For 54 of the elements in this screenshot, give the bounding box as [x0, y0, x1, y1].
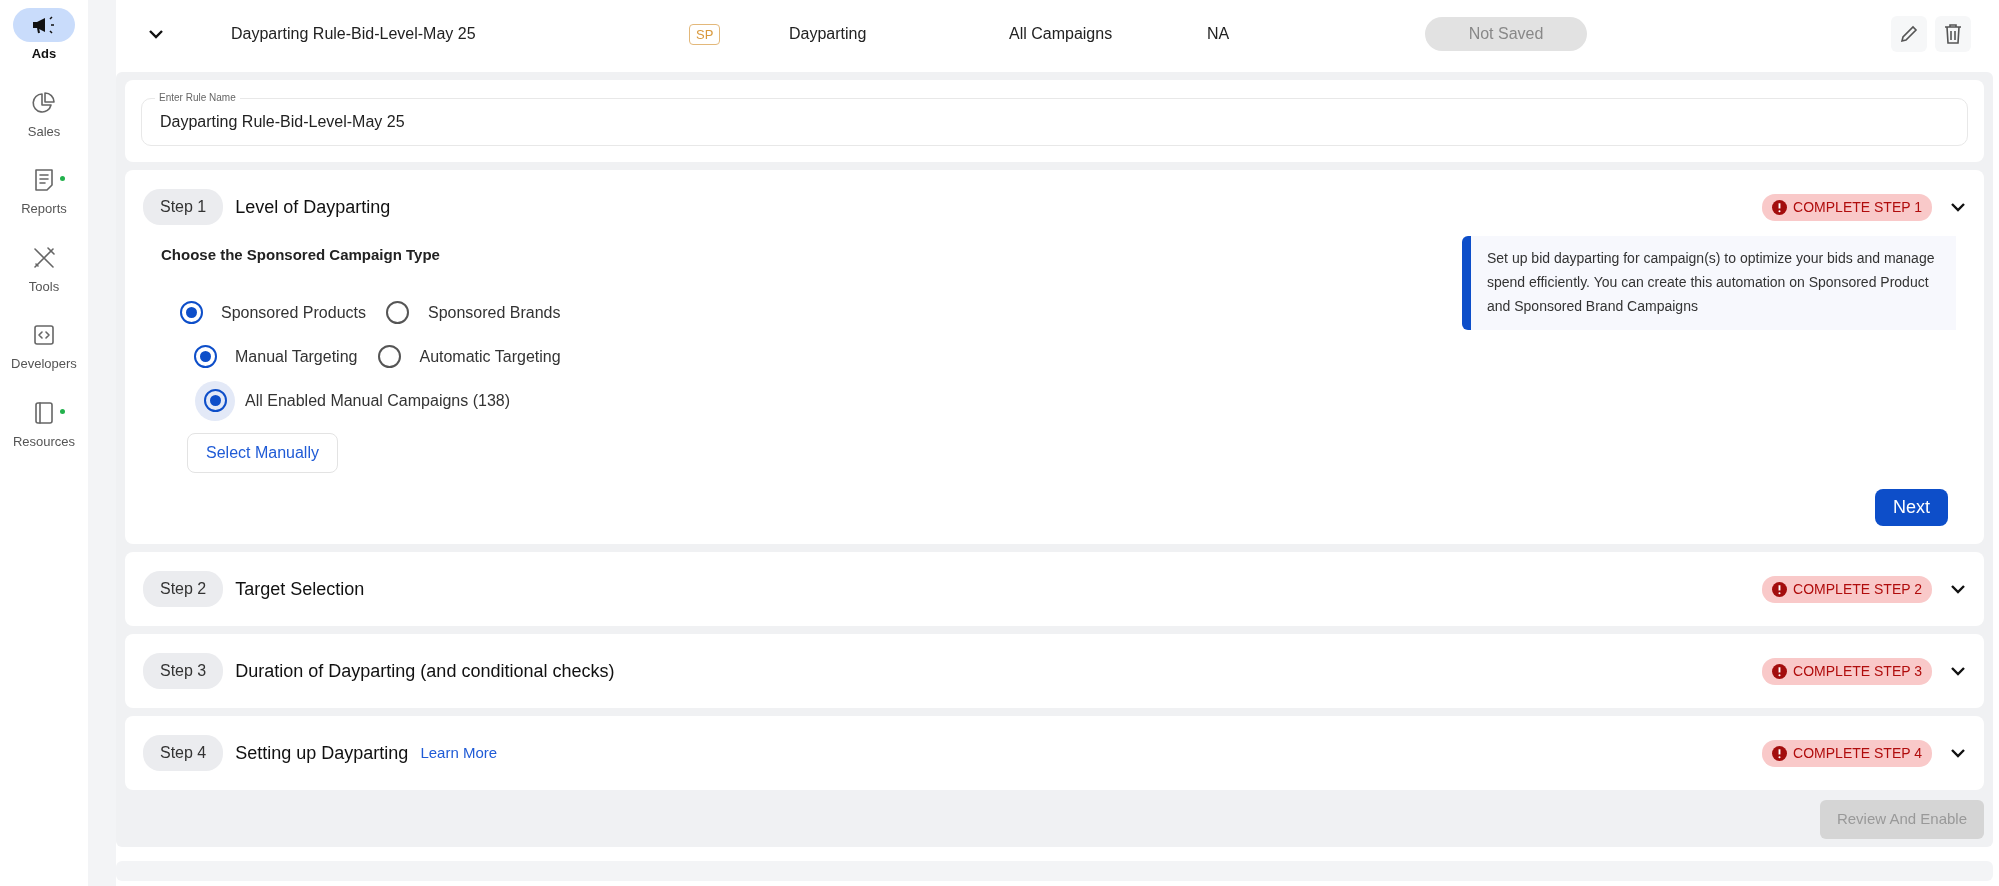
- status-pill: COMPLETE STEP 1: [1762, 193, 1932, 221]
- radio-option[interactable]: Automatic Targeting: [369, 336, 561, 377]
- book-icon: [33, 400, 55, 425]
- step-title: Target Selection: [235, 577, 365, 601]
- tools-icon: [32, 245, 56, 270]
- step-title: Duration of Dayparting (and conditional checks): [235, 659, 615, 683]
- radio-option[interactable]: Sponsored Products: [171, 292, 366, 333]
- sidebar-item[interactable]: Tools: [0, 240, 88, 296]
- status-pill: COMPLETE STEP 2: [1762, 575, 1932, 603]
- alert-icon: [1772, 581, 1788, 597]
- sidebar-item[interactable]: Developers: [0, 318, 88, 374]
- chevron-down-icon[interactable]: [1950, 748, 1966, 758]
- pencil-icon: [1898, 23, 1920, 45]
- radio-option[interactable]: Sponsored Brands: [378, 292, 561, 333]
- step-number: Step 4: [143, 735, 224, 771]
- status-pill: Not Saved: [1425, 17, 1587, 51]
- chevron-down-icon[interactable]: [1950, 202, 1966, 212]
- next-button[interactable]: Next: [1875, 489, 1948, 526]
- sidebar-item[interactable]: Resources: [0, 395, 88, 451]
- info-note: Set up bid dayparting for campaign(s) to optimize your bids and manage spend efficiently. You can create this automation on Sponsored Product and Sponsored Brand Campaigns: [1462, 236, 1956, 330]
- sidebar-item[interactable]: Reports: [0, 163, 88, 219]
- alert-icon: [1772, 663, 1788, 679]
- type-badge: SP: [689, 24, 721, 45]
- status-pill: COMPLETE STEP 4: [1762, 739, 1932, 767]
- pie-chart-icon: [32, 90, 56, 115]
- step-title: Setting up Dayparting: [235, 741, 409, 765]
- learn-more-link[interactable]: Learn More: [420, 741, 498, 765]
- status-pill: COMPLETE STEP 3: [1762, 657, 1932, 685]
- radio-option[interactable]: Manual Targeting: [185, 336, 358, 377]
- table-cell-text: Dayparting Rule-Bid-Level-May 25: [231, 24, 477, 44]
- chevron-down-icon[interactable]: [148, 29, 164, 39]
- step-number: Step 1: [143, 189, 224, 225]
- step-number: Step 2: [143, 571, 224, 607]
- chevron-down-icon[interactable]: [1950, 584, 1966, 594]
- field-label: Enter Rule Name: [155, 92, 240, 104]
- table-cell-text: All Campaigns: [1009, 24, 1114, 44]
- select-manually-button[interactable]: Select Manually: [187, 432, 338, 473]
- trash-icon: [1943, 23, 1963, 45]
- step-title: Level of Dayparting: [235, 195, 391, 219]
- document-icon: [33, 168, 55, 192]
- delete-button[interactable]: [1935, 16, 1971, 52]
- edit-button[interactable]: [1891, 16, 1927, 52]
- section-heading: Choose the Sponsored Campaign Type: [161, 245, 441, 265]
- alert-icon: [1772, 745, 1788, 761]
- chevron-down-icon[interactable]: [1950, 666, 1966, 676]
- sidebar-item[interactable]: Ads: [0, 8, 88, 64]
- table-cell-text: NA: [1207, 24, 1231, 44]
- alert-icon: [1772, 199, 1788, 215]
- radio-option[interactable]: All Enabled Manual Campaigns (138): [195, 380, 511, 421]
- code-icon: [33, 324, 55, 346]
- table-cell-text: Dayparting: [789, 24, 868, 44]
- step-number: Step 3: [143, 653, 224, 689]
- sidebar-item[interactable]: Sales: [0, 85, 88, 141]
- megaphone-icon: [31, 15, 57, 35]
